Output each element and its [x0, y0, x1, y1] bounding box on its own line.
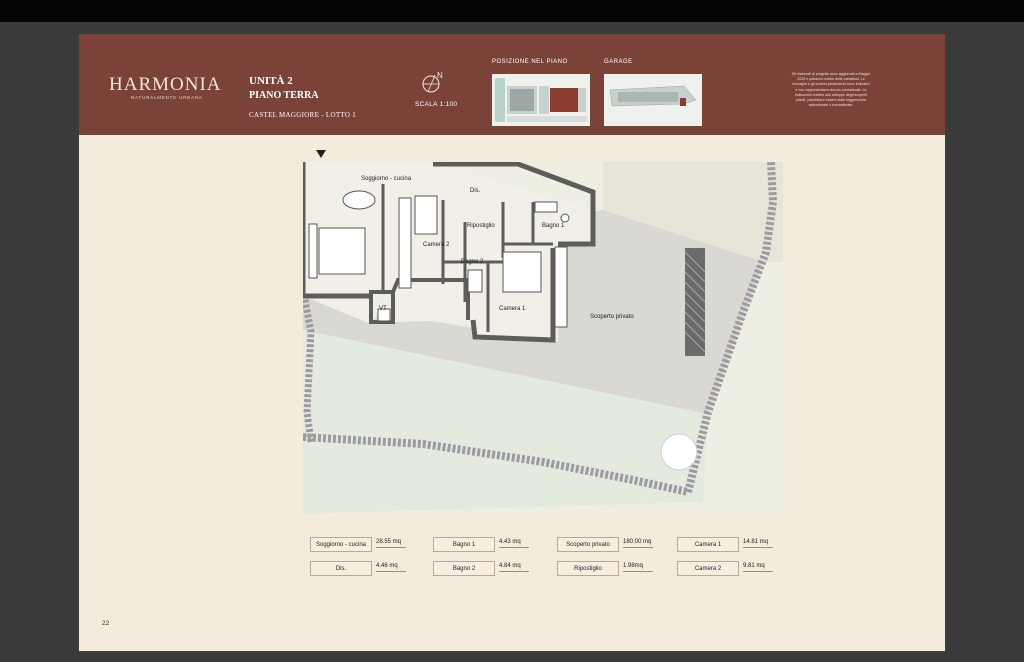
- room-label-bagno2: Bagno 2: [461, 259, 484, 265]
- room-label-bagno1: Bagno 1: [542, 223, 565, 229]
- area-name: Soggiorno - cucina: [310, 537, 372, 552]
- brochure-page: HARMONIA NATURALMENTE URBANA UNITÀ 2 PIA…: [79, 34, 945, 651]
- room-label-camera1: Camera 1: [499, 306, 526, 312]
- compass-icon: N: [422, 71, 443, 93]
- garage-label: GARAGE: [604, 59, 633, 65]
- unit-location: CASTEL MAGGIORE - LOTTO 1: [249, 111, 357, 119]
- floor-position-thumbnail: [492, 74, 590, 126]
- area-underline: [499, 547, 529, 548]
- entrance-marker: [316, 150, 326, 158]
- area-value: 4.46 mq: [376, 563, 398, 569]
- garage-thumbnail: [604, 74, 702, 126]
- area-table: Soggiorno - cucina 28.55 mq Bagno 1 4.43…: [310, 537, 780, 581]
- area-name: Dis.: [310, 561, 372, 576]
- harmonia-logo: HARMONIA: [109, 74, 222, 95]
- position-label: POSIZIONE NEL PIANO: [492, 59, 568, 65]
- area-name: Bagno 2: [433, 561, 495, 576]
- compass-north-letter: N: [437, 71, 443, 80]
- room-label-camera2: Camera 2: [423, 242, 450, 248]
- area-underline: [743, 547, 773, 548]
- area-name: Scoperto privato: [557, 537, 619, 552]
- scale-label: SCALA 1:100: [415, 101, 458, 108]
- page-number: 22: [102, 620, 110, 627]
- area-value: 9.81 mq: [743, 563, 765, 569]
- room-label-scoperto: Scoperto privato: [590, 314, 634, 320]
- disclaimer-text: Gli elaborati di progetto sono aggiornat…: [791, 72, 871, 108]
- area-name: Ripostiglio: [557, 561, 619, 576]
- area-underline: [623, 571, 653, 572]
- room-label-ripostiglio: Ripostiglio: [467, 223, 495, 229]
- area-name: Camera 2: [677, 561, 739, 576]
- area-value: 4.43 mq: [499, 539, 521, 545]
- logo-tagline: NATURALMENTE URBANA: [131, 95, 203, 100]
- header-banner: HARMONIA NATURALMENTE URBANA UNITÀ 2 PIA…: [79, 34, 945, 135]
- area-underline: [743, 571, 773, 572]
- area-underline: [376, 571, 406, 572]
- room-label-vt: VT: [379, 306, 387, 312]
- area-name: Bagno 1: [433, 537, 495, 552]
- area-name: Camera 1: [677, 537, 739, 552]
- area-underline: [376, 547, 406, 548]
- area-value: 28.55 mq: [376, 539, 402, 545]
- unit-title: UNITÀ 2: [249, 75, 293, 87]
- area-value: 4.84 mq: [499, 563, 521, 569]
- room-label-dis: Dis.: [470, 188, 481, 194]
- room-label-soggiorno: Soggiorno - cucina: [361, 176, 412, 182]
- area-value: 180.00 mq: [623, 539, 652, 545]
- floor-plan: [303, 162, 783, 514]
- area-value: 14.81 mq: [743, 539, 769, 545]
- area-underline: [623, 547, 653, 548]
- area-value: 1.98mq: [623, 563, 644, 569]
- area-underline: [499, 571, 529, 572]
- unit-floor: PIANO TERRA: [249, 90, 319, 101]
- window-top-bar: [0, 0, 1024, 22]
